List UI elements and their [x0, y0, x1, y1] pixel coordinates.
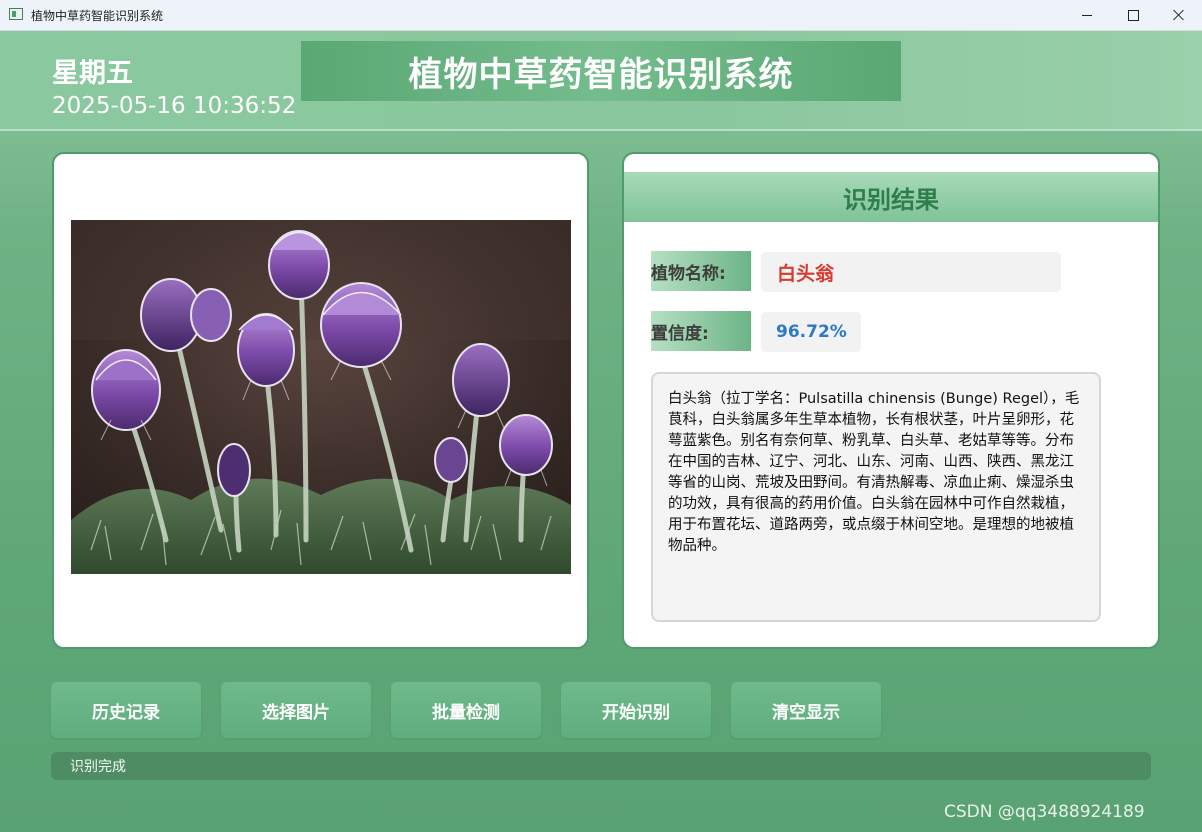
header: 星期五 2025-05-16 10:36:52 植物中草药智能识别系统 — [0, 31, 1202, 131]
window-title: 植物中草药智能识别系统 — [31, 9, 164, 23]
app-title-banner: 植物中草药智能识别系统 — [301, 41, 901, 101]
plant-name-value: 白头翁 — [761, 252, 1061, 292]
plant-photo — [71, 220, 571, 574]
close-button[interactable] — [1156, 0, 1202, 30]
status-bar: 识别完成 — [51, 752, 1151, 780]
maximize-icon — [1127, 9, 1139, 21]
history-button[interactable]: 历史记录 — [51, 682, 201, 738]
minimize-icon — [1082, 14, 1092, 16]
result-panel: 识别结果 植物名称: 白头翁 置信度: 96.72% 白头翁（拉丁学名：Puls… — [622, 152, 1160, 649]
maximize-button[interactable] — [1110, 0, 1156, 30]
batch-detect-button[interactable]: 批量检测 — [391, 682, 541, 738]
select-image-button[interactable]: 选择图片 — [221, 682, 371, 738]
datetime-label: 2025-05-16 10:36:52 — [52, 93, 297, 119]
weekday-label: 星期五 — [52, 58, 133, 89]
image-display-panel — [52, 152, 589, 649]
plant-name-label: 植物名称: — [651, 251, 751, 291]
watermark: CSDN @qq3488924189 — [944, 802, 1145, 822]
confidence-value: 96.72% — [761, 312, 861, 352]
confidence-label: 置信度: — [651, 311, 751, 351]
start-recognition-button[interactable]: 开始识别 — [561, 682, 711, 738]
result-heading: 识别结果 — [624, 172, 1158, 222]
close-icon — [1173, 9, 1185, 21]
app-window-icon — [9, 8, 23, 20]
main-window: 星期五 2025-05-16 10:36:52 植物中草药智能识别系统 识别结果… — [0, 31, 1202, 832]
clear-display-button[interactable]: 清空显示 — [731, 682, 881, 738]
window-title-bar: 植物中草药智能识别系统 — [0, 0, 1202, 31]
minimize-button[interactable] — [1064, 0, 1110, 30]
plant-description[interactable]: 白头翁（拉丁学名：Pulsatilla chinensis (Bunge) Re… — [651, 372, 1101, 622]
